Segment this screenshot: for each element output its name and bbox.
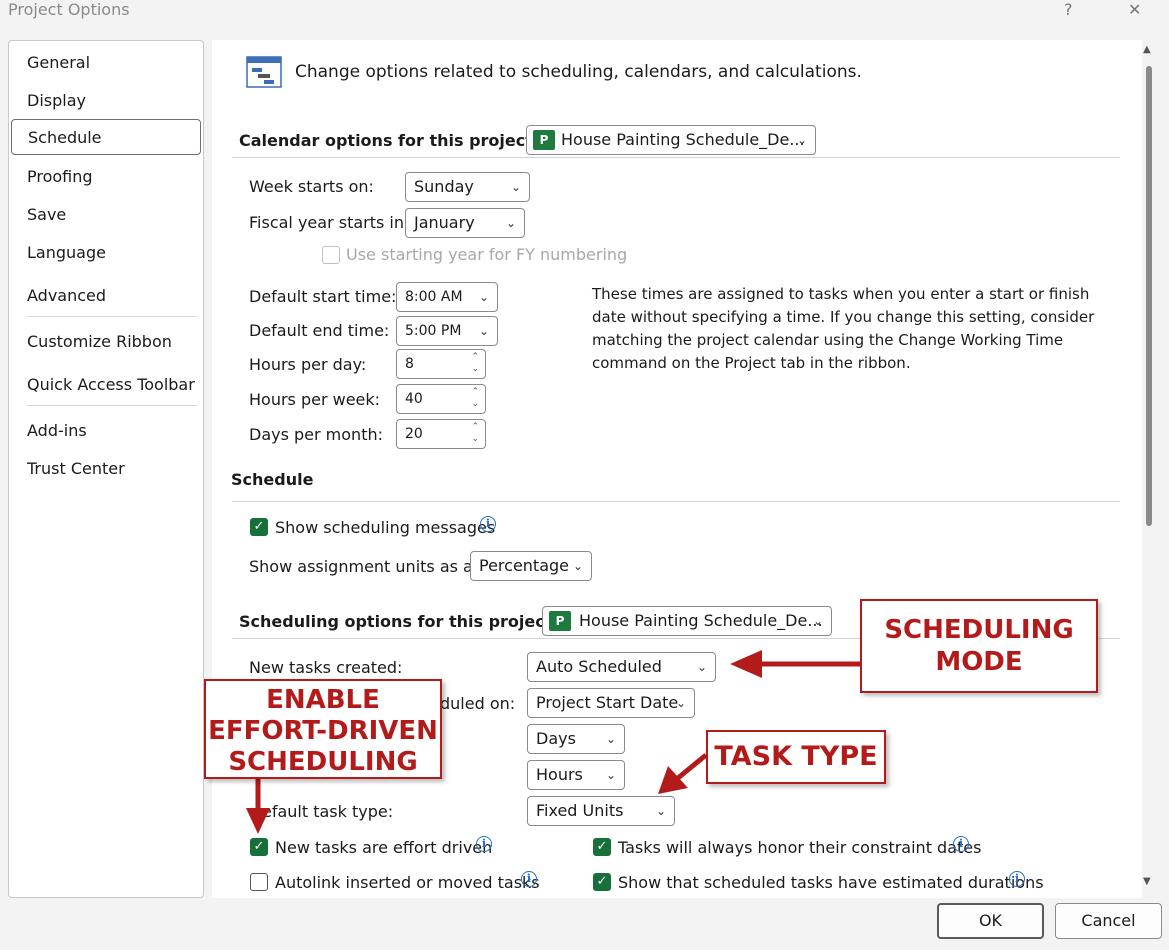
callout-line: EFFORT-DRIVEN [208,716,438,746]
task-type-arrowhead [658,766,688,794]
ok-button[interactable]: OK [937,903,1044,939]
callout-line: ENABLE [266,685,380,715]
task-type-callout: TASK TYPE [706,730,886,784]
callout-line: MODE [935,647,1023,677]
annotation-arrows [246,650,860,834]
effort-driven-callout: ENABLE EFFORT-DRIVEN SCHEDULING [204,679,442,779]
callout-line: SCHEDULING [884,615,1074,645]
task-type-arrow [676,753,708,780]
callout-line: SCHEDULING [228,747,418,777]
scheduling-mode-callout: SCHEDULING MODE [860,599,1098,693]
cancel-button[interactable]: Cancel [1055,903,1162,939]
scheduling-mode-arrowhead [730,650,762,678]
effort-driven-arrowhead [246,808,270,834]
